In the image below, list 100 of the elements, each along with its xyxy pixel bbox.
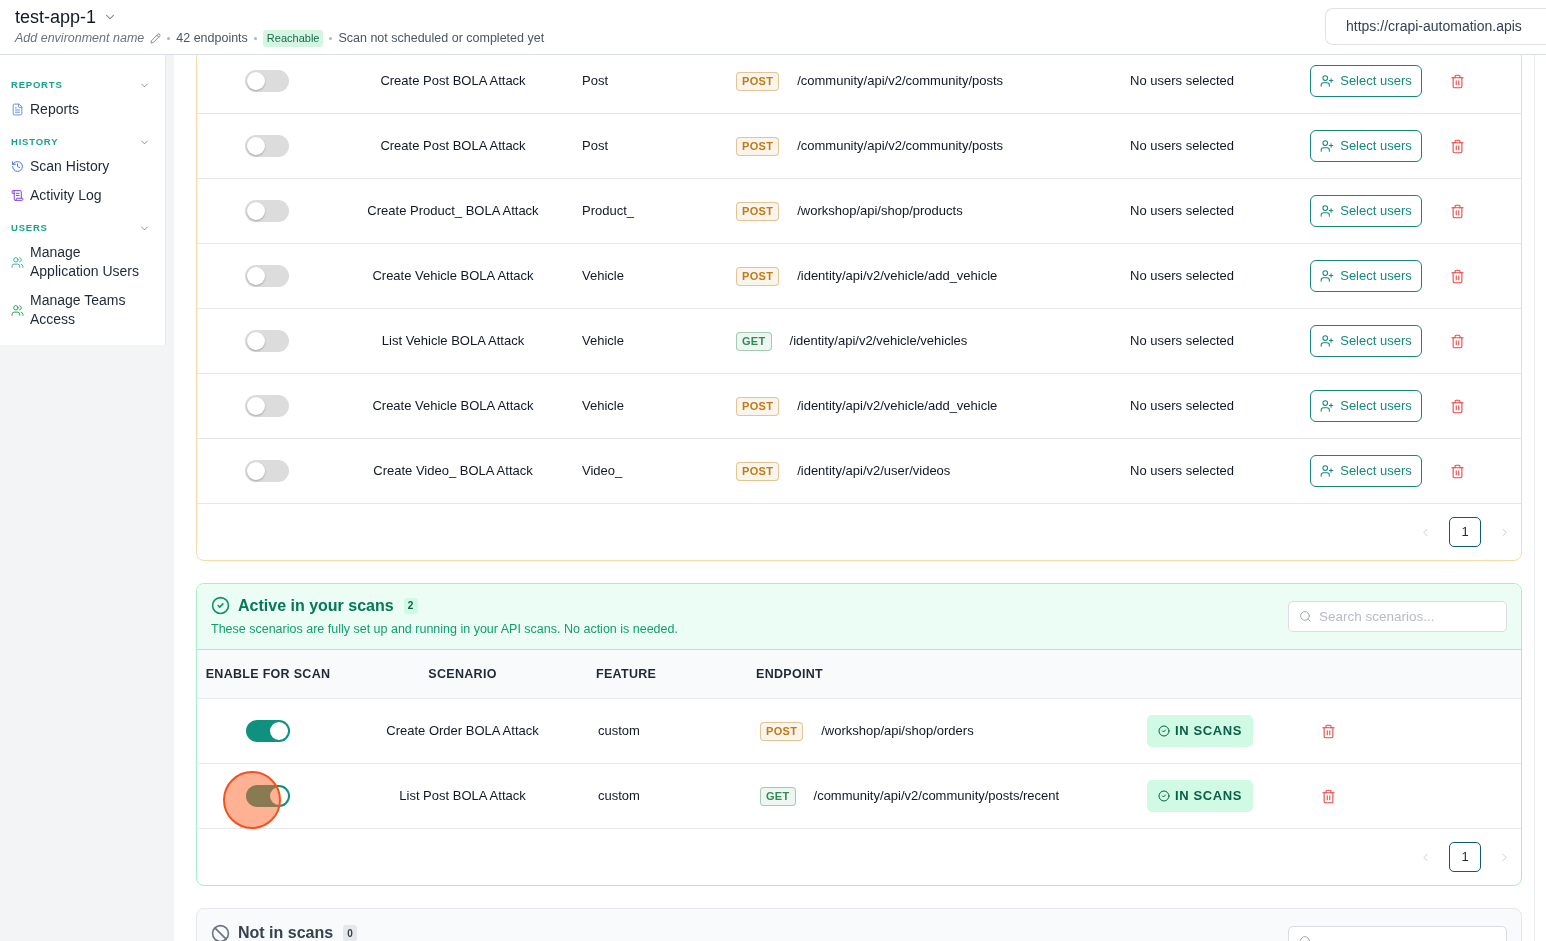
users-icon: [11, 303, 24, 317]
toggle-switch[interactable]: [246, 785, 290, 807]
feature-name: Vehicle: [582, 398, 624, 414]
search-field[interactable]: Search scenarios...: [1288, 601, 1507, 632]
check-circle-icon: [211, 596, 230, 616]
trash-icon: [1321, 788, 1336, 804]
endpoint-path: /identity/api/v2/vehicle/add_vehicle: [797, 397, 998, 416]
select-users-button[interactable]: Select users: [1310, 130, 1422, 162]
count-badge: 2: [403, 597, 418, 614]
count-badge: 0: [343, 925, 358, 941]
trash-icon: [1450, 268, 1465, 284]
scenario-name: Create Video_ BOLA Attack: [373, 463, 533, 479]
user-plus-icon: [1320, 464, 1335, 478]
endpoint-path: /community/api/v2/community/posts: [797, 137, 1004, 156]
feature-name: custom: [598, 788, 640, 804]
status-badge: Reachable: [262, 29, 324, 47]
prohibited-icon: [211, 923, 230, 941]
select-users-button[interactable]: Select users: [1310, 260, 1422, 292]
pencil-icon[interactable]: [150, 32, 162, 44]
feature-name: custom: [598, 723, 640, 739]
method-badge: POST: [736, 136, 780, 156]
method-badge: POST: [736, 201, 780, 221]
scenario-name: Create Post BOLA Attack: [380, 73, 526, 89]
scenario-name: Create Vehicle BOLA Attack: [372, 268, 534, 284]
scenario-name: List Vehicle BOLA Attack: [381, 333, 525, 349]
status-label: IN SCANS: [1175, 787, 1242, 806]
method-badge: GET: [736, 331, 772, 351]
toggle-switch[interactable]: [245, 460, 289, 482]
page-button[interactable]: 1: [1449, 517, 1481, 547]
endpoint-path: /identity/api/v2/vehicle/add_vehicle: [797, 267, 998, 286]
toggle-switch[interactable]: [245, 395, 289, 417]
sidebar-item[interactable]: Manage Application Users: [0, 238, 165, 286]
toggle-switch[interactable]: [245, 265, 289, 287]
user-plus-icon: [1320, 269, 1335, 283]
endpoint-path: /workshop/api/shop/orders: [821, 722, 974, 741]
sidebar-item[interactable]: Activity Log: [0, 181, 165, 210]
toggle-switch[interactable]: [245, 200, 289, 222]
method-badge: POST: [736, 461, 780, 481]
scenario-name: List Post BOLA Attack: [399, 788, 526, 804]
section-title: HISTORY: [11, 134, 59, 149]
method-badge: POST: [736, 71, 780, 91]
method-badge: POST: [736, 396, 780, 416]
sidebar-item[interactable]: Manage Teams Access: [0, 286, 165, 334]
select-users-button[interactable]: Select users: [1310, 65, 1422, 97]
column-header: ENDPOINT: [756, 666, 823, 681]
trash-icon: [1450, 73, 1465, 89]
users-status: No users selected: [1130, 463, 1235, 479]
column-header: SCENARIO: [428, 666, 497, 681]
toggle-switch[interactable]: [245, 330, 289, 352]
select-users-button[interactable]: Select users: [1310, 390, 1422, 422]
sidebar-item[interactable]: Scan History: [0, 152, 165, 181]
user-plus-icon: [1320, 139, 1335, 153]
section-description: These scenarios are fully set up and running in your API scans. No action is needed.: [211, 620, 678, 638]
select-users-button[interactable]: Select users: [1310, 195, 1422, 227]
users-status: No users selected: [1130, 333, 1235, 349]
check-circle-icon: [1158, 725, 1171, 737]
users-status: No users selected: [1130, 73, 1235, 89]
section-title: REPORTS: [11, 77, 63, 92]
trash-icon: [1450, 138, 1465, 154]
trash-icon: [1321, 723, 1336, 739]
select-users-button[interactable]: Select users: [1310, 325, 1422, 357]
scenario-name: Create Order BOLA Attack: [386, 723, 539, 739]
environment-name-placeholder[interactable]: Add environment name: [15, 28, 145, 48]
section-heading: Active in your scans: [238, 595, 394, 616]
trash-icon: [1450, 463, 1465, 479]
method-badge: GET: [760, 786, 796, 806]
feature-name: Post: [582, 73, 608, 89]
toggle-switch[interactable]: [245, 135, 289, 157]
user-plus-icon: [1320, 204, 1335, 218]
users-icon: [11, 255, 24, 269]
app-title: test-app-1: [15, 6, 97, 28]
method-badge: POST: [760, 721, 804, 741]
endpoint-path: /identity/api/v2/vehicle/vehicles: [789, 332, 968, 351]
scan-status: Scan not scheduled or completed yet: [338, 29, 545, 47]
scenario-name: Create Vehicle BOLA Attack: [372, 398, 534, 414]
endpoint-path: /community/api/v2/community/posts: [797, 72, 1004, 91]
feature-name: Post: [582, 138, 608, 154]
section-title: USERS: [11, 220, 48, 235]
user-plus-icon: [1320, 334, 1335, 348]
sidebar-item[interactable]: Reports: [0, 95, 165, 124]
column-header: ENABLE FOR SCAN: [205, 666, 331, 681]
toggle-switch[interactable]: [245, 70, 289, 92]
user-plus-icon: [1320, 399, 1335, 413]
select-users-button[interactable]: Select users: [1310, 455, 1422, 487]
toggle-switch[interactable]: [246, 720, 290, 742]
trash-icon: [1450, 333, 1465, 349]
document-icon: [11, 103, 24, 116]
search-icon: [1299, 610, 1312, 623]
users-status: No users selected: [1130, 138, 1235, 154]
scroll-icon: [11, 189, 24, 202]
status-label: IN SCANS: [1175, 722, 1242, 741]
trash-icon: [1450, 203, 1465, 219]
feature-name: Vehicle: [582, 333, 624, 349]
endpoint-path: /workshop/api/shop/products: [797, 202, 963, 221]
feature-name: Video_: [582, 463, 623, 479]
url-field[interactable]: https://crapi-automation.apis: [1325, 8, 1546, 45]
user-plus-icon: [1320, 74, 1335, 88]
page-button[interactable]: 1: [1449, 842, 1481, 872]
scenario-name: Create Post BOLA Attack: [380, 138, 526, 154]
users-status: No users selected: [1130, 268, 1235, 284]
